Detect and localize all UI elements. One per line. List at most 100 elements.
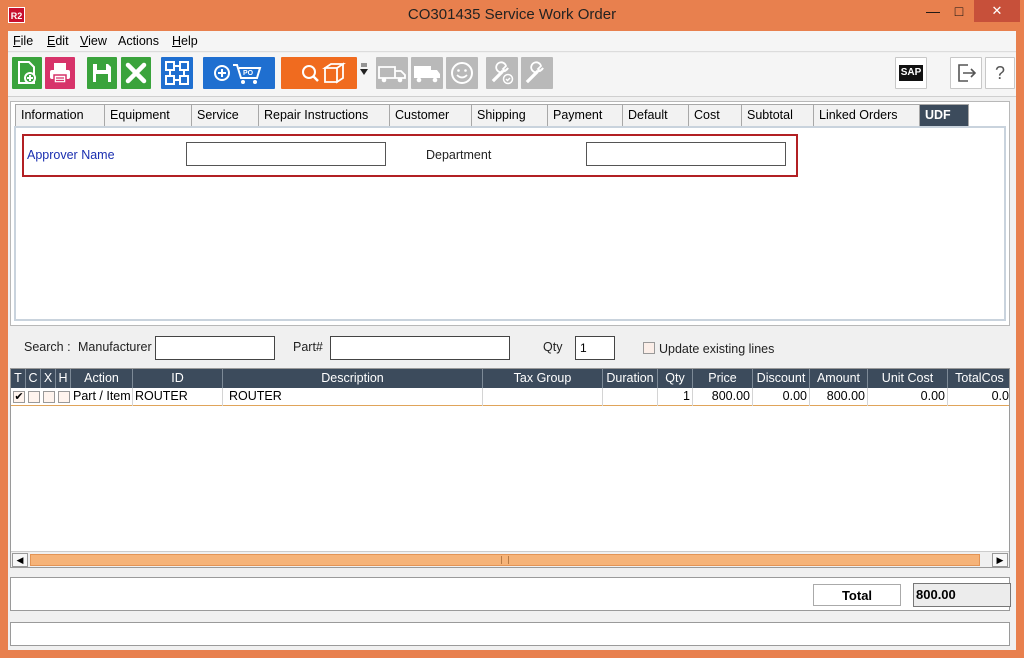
menu-edit[interactable]: Edit bbox=[47, 34, 69, 48]
row-amount-cell[interactable]: 800.00 bbox=[810, 388, 868, 406]
row-c-checkbox[interactable] bbox=[28, 391, 40, 403]
workflow-button[interactable] bbox=[161, 57, 193, 89]
line-items-grid: T C X H Action ID Description Tax Group … bbox=[10, 368, 1010, 568]
col-header-qty[interactable]: Qty bbox=[658, 369, 693, 388]
sap-icon: SAP bbox=[898, 65, 924, 81]
udf-tab-content: Approver Name Department bbox=[14, 126, 1006, 321]
tab-cost[interactable]: Cost bbox=[688, 104, 742, 126]
col-header-x[interactable]: X bbox=[41, 369, 56, 388]
more-dropdown-button[interactable] bbox=[359, 57, 369, 87]
tab-linked-orders[interactable]: Linked Orders bbox=[813, 104, 920, 126]
tab-default[interactable]: Default bbox=[622, 104, 689, 126]
row-action-cell[interactable]: Part / Item bbox=[71, 388, 133, 406]
tab-shipping[interactable]: Shipping bbox=[471, 104, 548, 126]
department-input[interactable] bbox=[586, 142, 786, 166]
tab-udf[interactable]: UDF bbox=[919, 104, 969, 126]
sap-button[interactable]: SAP bbox=[895, 57, 927, 89]
cancel-icon bbox=[125, 62, 147, 84]
dropdown-arrow-icon bbox=[360, 63, 368, 75]
col-header-h[interactable]: H bbox=[56, 369, 71, 388]
tab-subtotal[interactable]: Subtotal bbox=[741, 104, 814, 126]
add-po-button[interactable]: PO bbox=[203, 57, 275, 89]
menu-view-label: iew bbox=[88, 34, 107, 48]
menu-help-label: elp bbox=[181, 34, 198, 48]
print-icon bbox=[50, 63, 70, 84]
exit-icon bbox=[958, 64, 977, 82]
horizontal-scrollbar[interactable]: ◀ ▶ bbox=[11, 551, 1009, 567]
row-duration-cell[interactable] bbox=[603, 388, 658, 406]
scroll-right-icon[interactable]: ▶ bbox=[992, 553, 1008, 567]
tab-service[interactable]: Service bbox=[191, 104, 259, 126]
col-header-description[interactable]: Description bbox=[223, 369, 483, 388]
cancel-button[interactable] bbox=[121, 57, 151, 89]
col-header-total-cost[interactable]: TotalCos bbox=[948, 369, 1009, 388]
maximize-button[interactable]: □ bbox=[944, 0, 974, 22]
qty-input[interactable] bbox=[575, 336, 615, 360]
col-header-c[interactable]: C bbox=[26, 369, 41, 388]
feedback-button[interactable] bbox=[446, 57, 478, 89]
manufacturer-input[interactable] bbox=[155, 336, 275, 360]
update-existing-lines-label: Update existing lines bbox=[659, 342, 775, 356]
menu-help[interactable]: Help bbox=[172, 34, 198, 48]
total-label: Total bbox=[813, 584, 901, 606]
row-tax-group-cell[interactable] bbox=[483, 388, 603, 406]
exit-button[interactable] bbox=[950, 57, 982, 89]
col-header-duration[interactable]: Duration bbox=[603, 369, 658, 388]
qty-label: Qty bbox=[543, 340, 563, 354]
col-header-discount[interactable]: Discount bbox=[753, 369, 810, 388]
col-header-amount[interactable]: Amount bbox=[810, 369, 868, 388]
service-complete-button[interactable] bbox=[486, 57, 518, 89]
title-bar[interactable]: R2 CO301435 Service Work Order — □ ✕ bbox=[0, 0, 1024, 31]
print-button[interactable] bbox=[45, 57, 75, 89]
help-button[interactable]: ? bbox=[985, 57, 1015, 89]
row-total-cost-cell[interactable]: 0.0 bbox=[948, 388, 1009, 406]
tab-information[interactable]: Information bbox=[15, 104, 105, 126]
row-description-cell[interactable]: ROUTER bbox=[223, 388, 483, 406]
scrollbar-thumb[interactable] bbox=[30, 554, 980, 566]
row-qty-cell[interactable]: 1 bbox=[658, 388, 693, 406]
workflow-icon bbox=[165, 61, 189, 85]
menu-help-mnemonic: H bbox=[172, 34, 182, 48]
tab-customer[interactable]: Customer bbox=[389, 104, 472, 126]
menu-view[interactable]: View bbox=[80, 34, 107, 48]
service-tools-button[interactable] bbox=[521, 57, 553, 89]
approver-name-input[interactable] bbox=[186, 142, 386, 166]
menu-actions-label: Actions bbox=[118, 34, 159, 48]
tab-repair-instructions[interactable]: Repair Instructions bbox=[258, 104, 390, 126]
tab-payment[interactable]: Payment bbox=[547, 104, 623, 126]
col-header-unit-cost[interactable]: Unit Cost bbox=[868, 369, 948, 388]
table-row[interactable]: ✔ Part / Item ROUTER ROUTER 1 800.00 0.0… bbox=[11, 388, 1009, 406]
shipping-button[interactable] bbox=[411, 57, 443, 89]
tabs-panel: Information Equipment Service Repair Ins… bbox=[10, 101, 1010, 326]
row-discount-cell[interactable]: 0.00 bbox=[753, 388, 810, 406]
col-header-id[interactable]: ID bbox=[133, 369, 223, 388]
save-button[interactable] bbox=[87, 57, 117, 89]
part-number-input[interactable] bbox=[330, 336, 510, 360]
menu-actions[interactable]: Actions bbox=[118, 34, 159, 48]
shipping-truck-icon bbox=[414, 66, 440, 83]
row-t-checkbox[interactable]: ✔ bbox=[13, 391, 25, 403]
close-button[interactable]: ✕ bbox=[974, 0, 1020, 22]
col-header-price[interactable]: Price bbox=[693, 369, 753, 388]
menu-bar: File Edit View Actions Help bbox=[8, 31, 1016, 52]
col-header-action[interactable]: Action bbox=[71, 369, 133, 388]
search-package-button[interactable] bbox=[281, 57, 357, 89]
approver-name-label: Approver Name bbox=[27, 148, 115, 162]
help-icon: ? bbox=[994, 62, 1005, 83]
truck-button[interactable] bbox=[376, 57, 408, 89]
part-number-label: Part# bbox=[293, 340, 323, 354]
scroll-left-icon[interactable]: ◀ bbox=[12, 553, 28, 567]
tab-strip: Information Equipment Service Repair Ins… bbox=[12, 104, 1008, 126]
new-document-button[interactable] bbox=[12, 57, 42, 89]
menu-file[interactable]: File bbox=[13, 34, 33, 48]
row-id-cell[interactable]: ROUTER bbox=[133, 388, 223, 406]
row-h-checkbox[interactable] bbox=[58, 391, 70, 403]
row-price-cell[interactable]: 800.00 bbox=[693, 388, 753, 406]
row-unit-cost-cell[interactable]: 0.00 bbox=[868, 388, 948, 406]
menu-file-label: ile bbox=[20, 34, 34, 48]
update-existing-lines-checkbox[interactable] bbox=[643, 342, 655, 354]
row-x-checkbox[interactable] bbox=[43, 391, 55, 403]
col-header-t[interactable]: T bbox=[11, 369, 26, 388]
tab-equipment[interactable]: Equipment bbox=[104, 104, 192, 126]
col-header-tax-group[interactable]: Tax Group bbox=[483, 369, 603, 388]
